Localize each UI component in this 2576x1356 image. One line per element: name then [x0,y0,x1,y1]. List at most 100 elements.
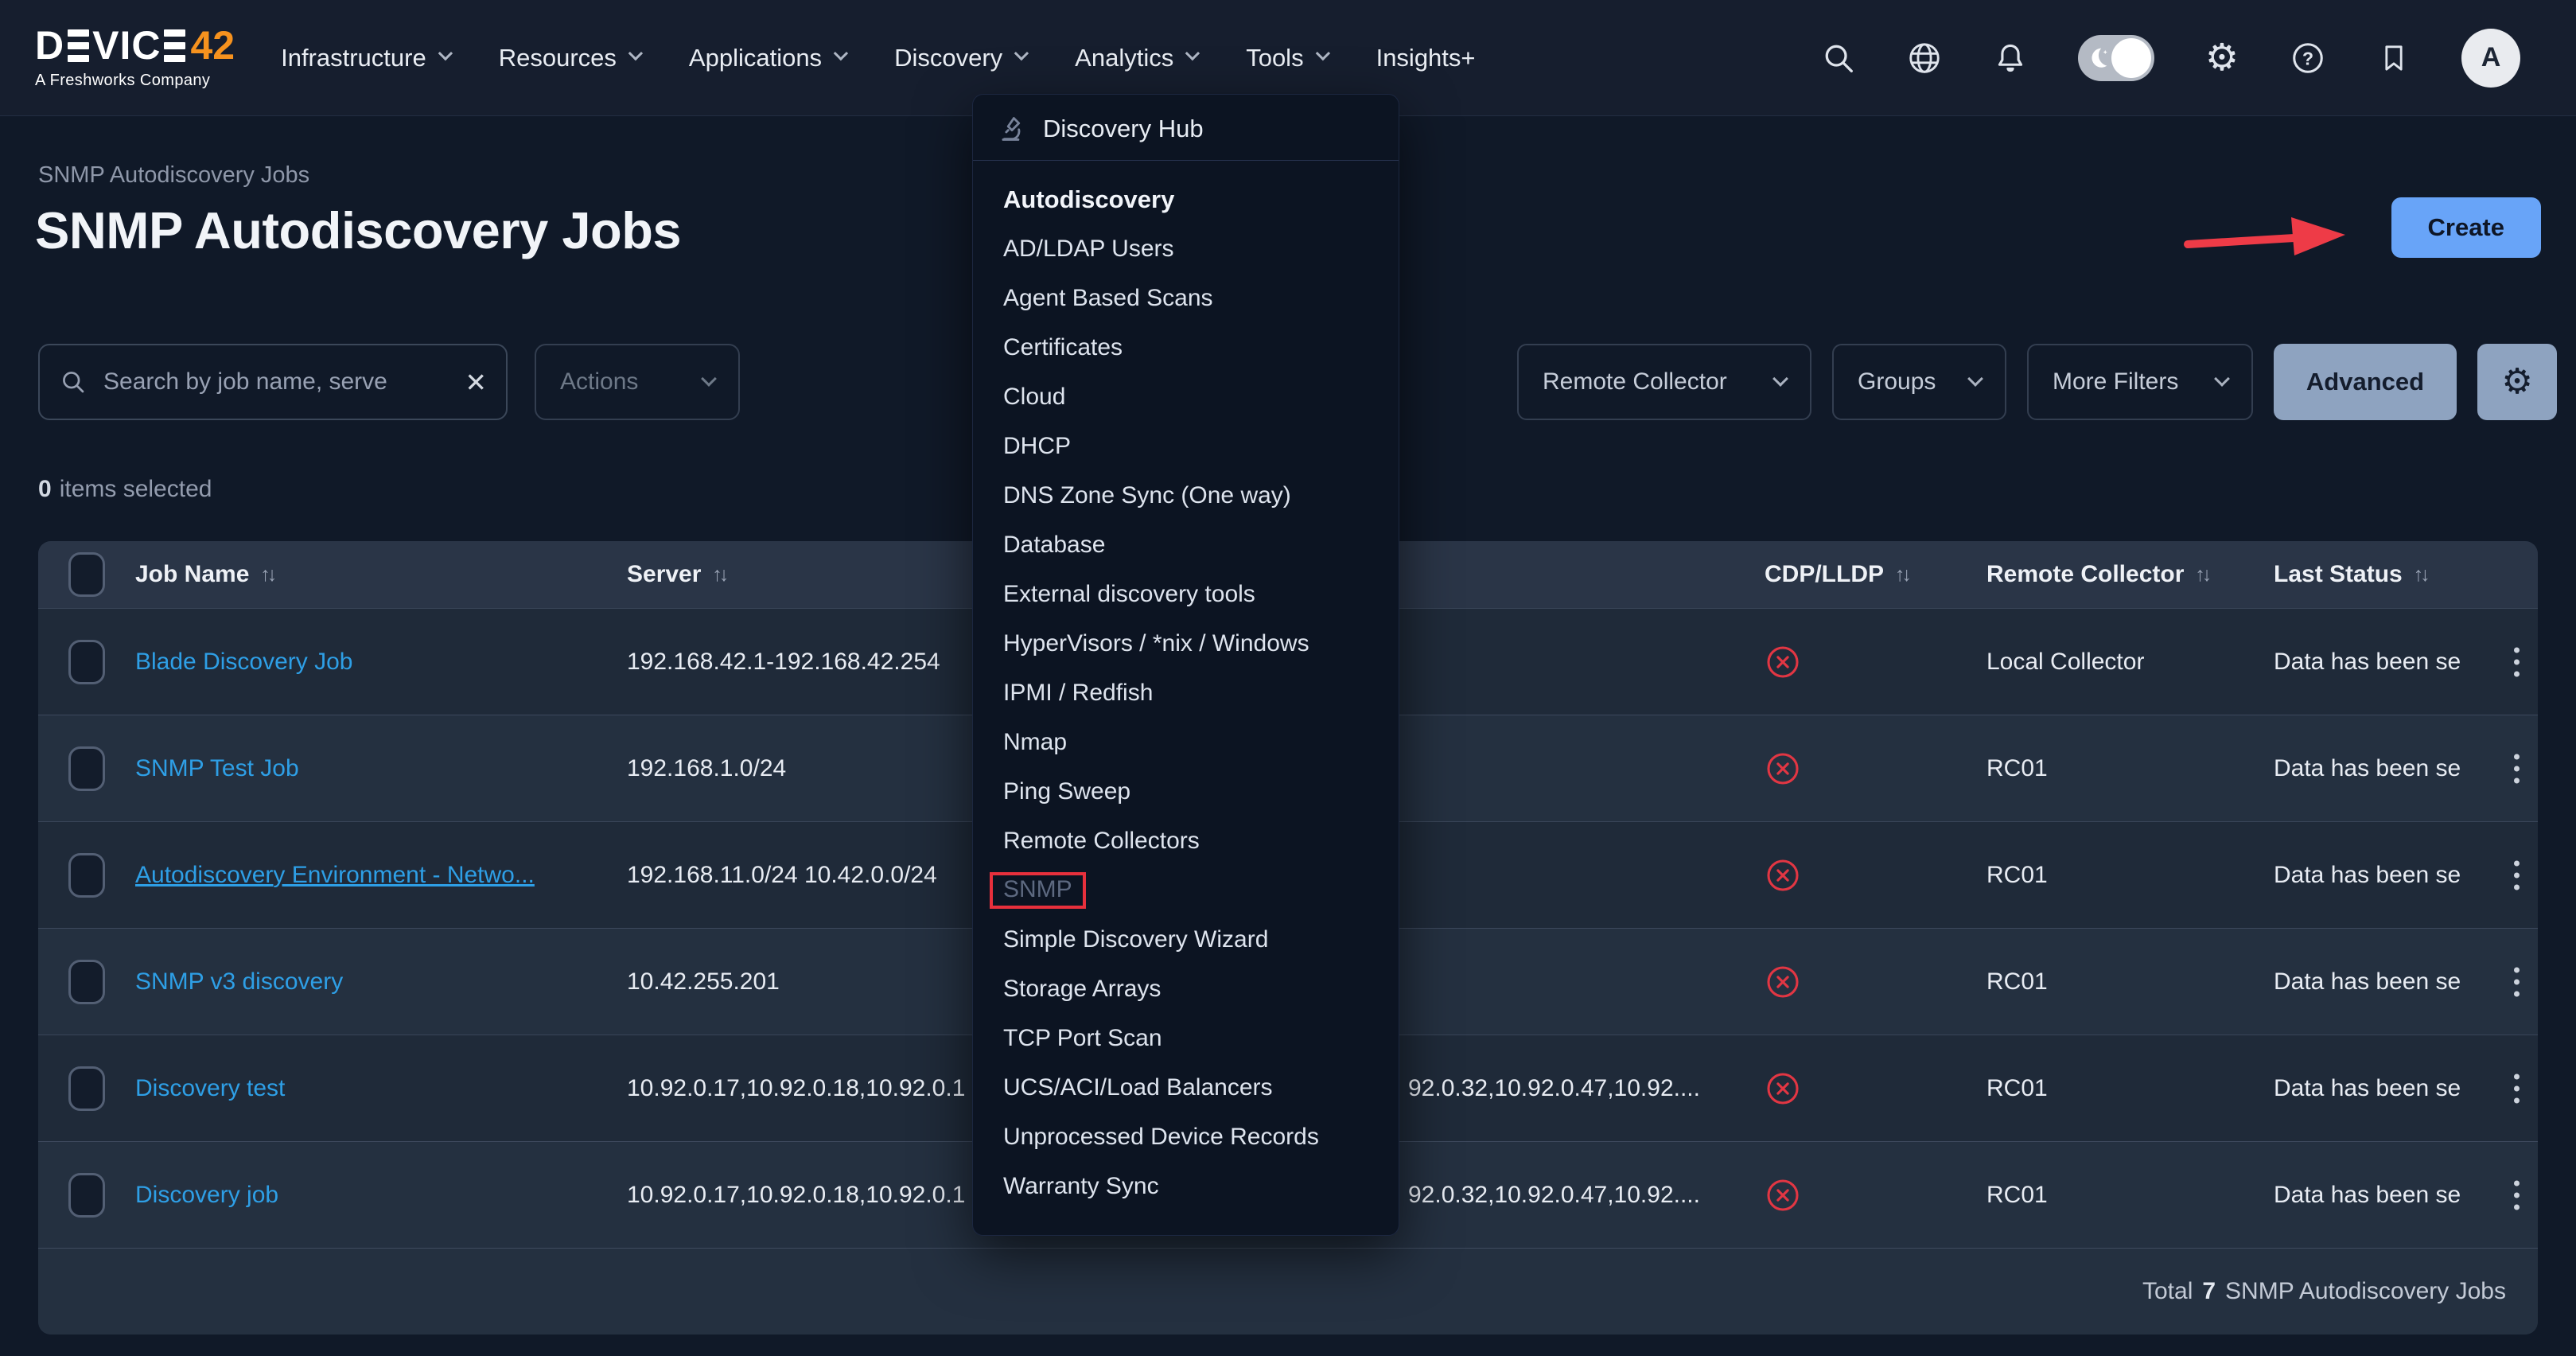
nav-item-tools[interactable]: Tools [1246,44,1326,72]
filter-remote-collector[interactable]: Remote Collector [1517,344,1811,420]
discovery-menu-item[interactable]: Nmap [1003,718,1399,767]
breadcrumb: SNMP Autodiscovery Jobs [38,162,309,189]
discovery-menu-item[interactable]: IPMI / Redfish [1003,668,1399,718]
remote-collector-cell: RC01 [1986,968,2048,996]
select-all-checkbox[interactable] [68,552,105,597]
theme-toggle[interactable] [2078,35,2154,81]
bookmark-icon[interactable] [2376,40,2412,76]
row-checkbox[interactable] [68,1173,105,1218]
notifications-bell-icon[interactable] [1992,40,2029,76]
discovery-menu-item[interactable]: Simple Discovery Wizard [1003,915,1399,964]
logo-letters: VIC [92,25,161,65]
job-name-link[interactable]: Discovery job [135,1182,278,1209]
nav-item-label: Analytics [1075,44,1173,72]
nav-item-resources[interactable]: Resources [499,44,640,72]
job-name-link[interactable]: Blade Discovery Job [135,649,352,676]
help-icon[interactable]: ? [2290,40,2326,76]
server-cell: 10.92.0.17,10.92.0.18,10.92.0.1 [627,1075,965,1102]
discovery-menu-item[interactable]: DHCP [1003,422,1399,471]
server-cell: 10.42.255.201 [627,968,780,996]
nav-item-applications[interactable]: Applications [689,44,845,72]
row-actions-kebab[interactable] [2509,1175,2524,1214]
toggle-knob [2111,38,2151,78]
actions-label: Actions [560,368,638,396]
clear-search-icon[interactable]: ✕ [465,369,487,396]
discovery-menu-items: AD/LDAP UsersAgent Based ScansCertificat… [1003,224,1399,1211]
search-input[interactable] [102,368,450,396]
cdp-lldp-error-icon [1765,857,1801,894]
topbar-icons: ⚙ ? A [1820,29,2520,88]
selected-count: 0 [38,476,52,502]
logo-tagline: A Freshworks Company [35,72,235,90]
nav-item-analytics[interactable]: Analytics [1075,44,1197,72]
discovery-menu-item[interactable]: TCP Port Scan [1003,1014,1399,1063]
last-status-cell: Data has been se [2274,1075,2461,1102]
column-header-last-status[interactable]: Last Status↑↓ [2274,561,2427,588]
row-checkbox[interactable] [68,640,105,684]
user-avatar[interactable]: A [2461,29,2520,88]
globe-icon[interactable] [1906,40,1943,76]
discovery-menu-item[interactable]: Agent Based Scans [1003,274,1399,323]
discovery-hub-microscope-icon [997,114,1027,144]
row-checkbox[interactable] [68,960,105,1004]
row-actions-kebab[interactable] [2509,749,2524,788]
nav-item-label: Discovery [894,44,1002,72]
row-checkbox[interactable] [68,1066,105,1111]
table-footer: Total 7 SNMP Autodiscovery Jobs [38,1248,2538,1335]
remote-collector-cell: RC01 [1986,862,2048,889]
column-header-remote-collector[interactable]: Remote Collector↑↓ [1986,561,2208,588]
settings-gear-icon[interactable]: ⚙ [2204,40,2240,76]
nav-item-discovery[interactable]: Discovery [894,44,1025,72]
actions-dropdown[interactable]: Actions [535,344,740,420]
annotation-arrow-icon [2181,208,2350,266]
row-checkbox[interactable] [68,853,105,898]
nav-item-label: Resources [499,44,617,72]
discovery-menu-item[interactable]: External discovery tools [1003,570,1399,619]
filter-more-filters[interactable]: More Filters [2027,344,2253,420]
column-header-cdp-lldp[interactable]: CDP/LLDP↑↓ [1765,561,1909,588]
job-name-link[interactable]: SNMP v3 discovery [135,968,343,996]
discovery-menu-item[interactable]: Cloud [1003,372,1399,422]
discovery-menu-item[interactable]: Storage Arrays [1003,964,1399,1014]
chevron-down-icon [628,46,643,60]
discovery-menu-item[interactable]: DNS Zone Sync (One way) [1003,471,1399,520]
discovery-menu-item[interactable]: Warranty Sync [1003,1162,1399,1211]
table-settings-gear-button[interactable]: ⚙ [2477,344,2557,420]
discovery-menu-item[interactable]: Database [1003,520,1399,570]
discovery-menu-item[interactable]: HyperVisors / *nix / Windows [1003,619,1399,668]
row-actions-kebab[interactable] [2509,855,2524,894]
cdp-lldp-error-icon [1765,964,1801,1000]
filter-groups[interactable]: Groups [1832,344,2006,420]
row-actions-kebab[interactable] [2509,642,2524,681]
discovery-menu-item-snmp-highlighted[interactable]: SNMP [1003,866,1399,915]
discovery-menu-item[interactable]: UCS/ACI/Load Balancers [1003,1063,1399,1112]
search-icon[interactable] [1820,40,1857,76]
logo-letter: D [35,25,64,65]
advanced-button[interactable]: Advanced [2274,344,2457,420]
row-actions-kebab[interactable] [2509,962,2524,1001]
create-button[interactable]: Create [2391,197,2542,258]
chevron-down-icon [438,46,452,60]
remote-collector-cell: RC01 [1986,755,2048,782]
job-name-link[interactable]: SNMP Test Job [135,755,299,782]
discovery-menu-item[interactable]: AD/LDAP Users [1003,224,1399,274]
chevron-down-icon [834,46,848,60]
discovery-menu-item[interactable]: Certificates [1003,323,1399,372]
device42-logo[interactable]: D VIC 42 A Freshworks Company [35,25,235,90]
discovery-hub-item[interactable]: Discovery Hub [973,95,1399,160]
nav-item-insights-[interactable]: Insights+ [1376,44,1476,72]
job-name-link[interactable]: Discovery test [135,1075,285,1102]
logo-42: 42 [190,25,235,65]
last-status-cell: Data has been se [2274,862,2461,889]
nav-item-infrastructure[interactable]: Infrastructure [281,44,449,72]
row-checkbox[interactable] [68,746,105,791]
job-name-link[interactable]: Autodiscovery Environment - Netwo... [135,862,535,889]
row-actions-kebab[interactable] [2509,1069,2524,1108]
discovery-menu-item[interactable]: Remote Collectors [1003,816,1399,866]
discovery-menu-item[interactable]: Ping Sweep [1003,767,1399,816]
chevron-down-icon [2214,371,2230,387]
column-header-server[interactable]: Server↑↓ [627,561,726,588]
cdp-lldp-error-icon [1765,750,1801,787]
column-header-job-name[interactable]: Job Name↑↓ [135,561,274,588]
discovery-menu-item[interactable]: Unprocessed Device Records [1003,1112,1399,1162]
